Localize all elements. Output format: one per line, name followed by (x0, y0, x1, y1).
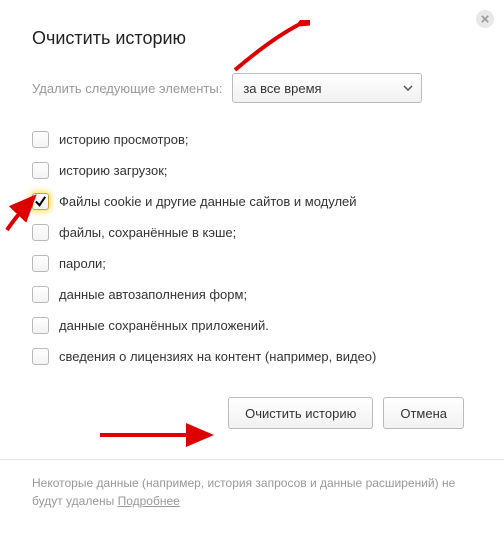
option-label: Файлы cookie и другие данные сайтов и мо… (59, 194, 357, 209)
checkbox[interactable] (32, 286, 49, 303)
close-button[interactable] (476, 10, 494, 28)
option-row: пароли; (32, 255, 472, 272)
option-row: данные сохранённых приложений. (32, 317, 472, 334)
footnote-text: Некоторые данные (например, история запр… (32, 476, 455, 508)
option-row: данные автозаполнения форм; (32, 286, 472, 303)
period-label: Удалить следующие элементы: (32, 81, 222, 96)
checkbox[interactable] (32, 131, 49, 148)
clear-button-label: Очистить историю (245, 406, 356, 421)
footnote-link[interactable]: Подробнее (118, 494, 180, 508)
option-row: историю загрузок; (32, 162, 472, 179)
option-label: пароли; (59, 256, 106, 271)
options-list: историю просмотров; историю загрузок; Файл… (32, 131, 472, 365)
option-label: данные автозаполнения форм; (59, 287, 247, 302)
checkbox[interactable] (32, 193, 49, 210)
option-label: сведения о лицензиях на контент (наприме… (59, 349, 376, 364)
cancel-button-label: Отмена (400, 406, 447, 421)
clear-button[interactable]: Очистить историю (228, 397, 373, 429)
divider (0, 459, 504, 460)
clear-history-dialog: Очистить историю Удалить следующие элеме… (0, 0, 504, 551)
option-label: историю просмотров; (59, 132, 188, 147)
dialog-title: Очистить историю (32, 28, 472, 49)
checkbox[interactable] (32, 162, 49, 179)
option-row: историю просмотров; (32, 131, 472, 148)
check-icon (34, 195, 47, 208)
option-row: сведения о лицензиях на контент (наприме… (32, 348, 472, 365)
dialog-buttons: Очистить историю Отмена (32, 397, 472, 429)
period-selected-value: за все время (243, 81, 321, 96)
chevron-down-icon (403, 85, 413, 91)
checkbox[interactable] (32, 317, 49, 334)
option-label: файлы, сохранённые в кэше; (59, 225, 236, 240)
close-icon (481, 15, 489, 23)
checkbox[interactable] (32, 348, 49, 365)
cancel-button[interactable]: Отмена (383, 397, 464, 429)
checkbox[interactable] (32, 255, 49, 272)
option-row: файлы, сохранённые в кэше; (32, 224, 472, 241)
checkbox[interactable] (32, 224, 49, 241)
period-row: Удалить следующие элементы: за все время (32, 73, 472, 103)
period-select[interactable]: за все время (232, 73, 422, 103)
option-row: Файлы cookie и другие данные сайтов и мо… (32, 193, 472, 210)
option-label: данные сохранённых приложений. (59, 318, 269, 333)
footnote: Некоторые данные (например, история запр… (32, 474, 472, 510)
option-label: историю загрузок; (59, 163, 168, 178)
